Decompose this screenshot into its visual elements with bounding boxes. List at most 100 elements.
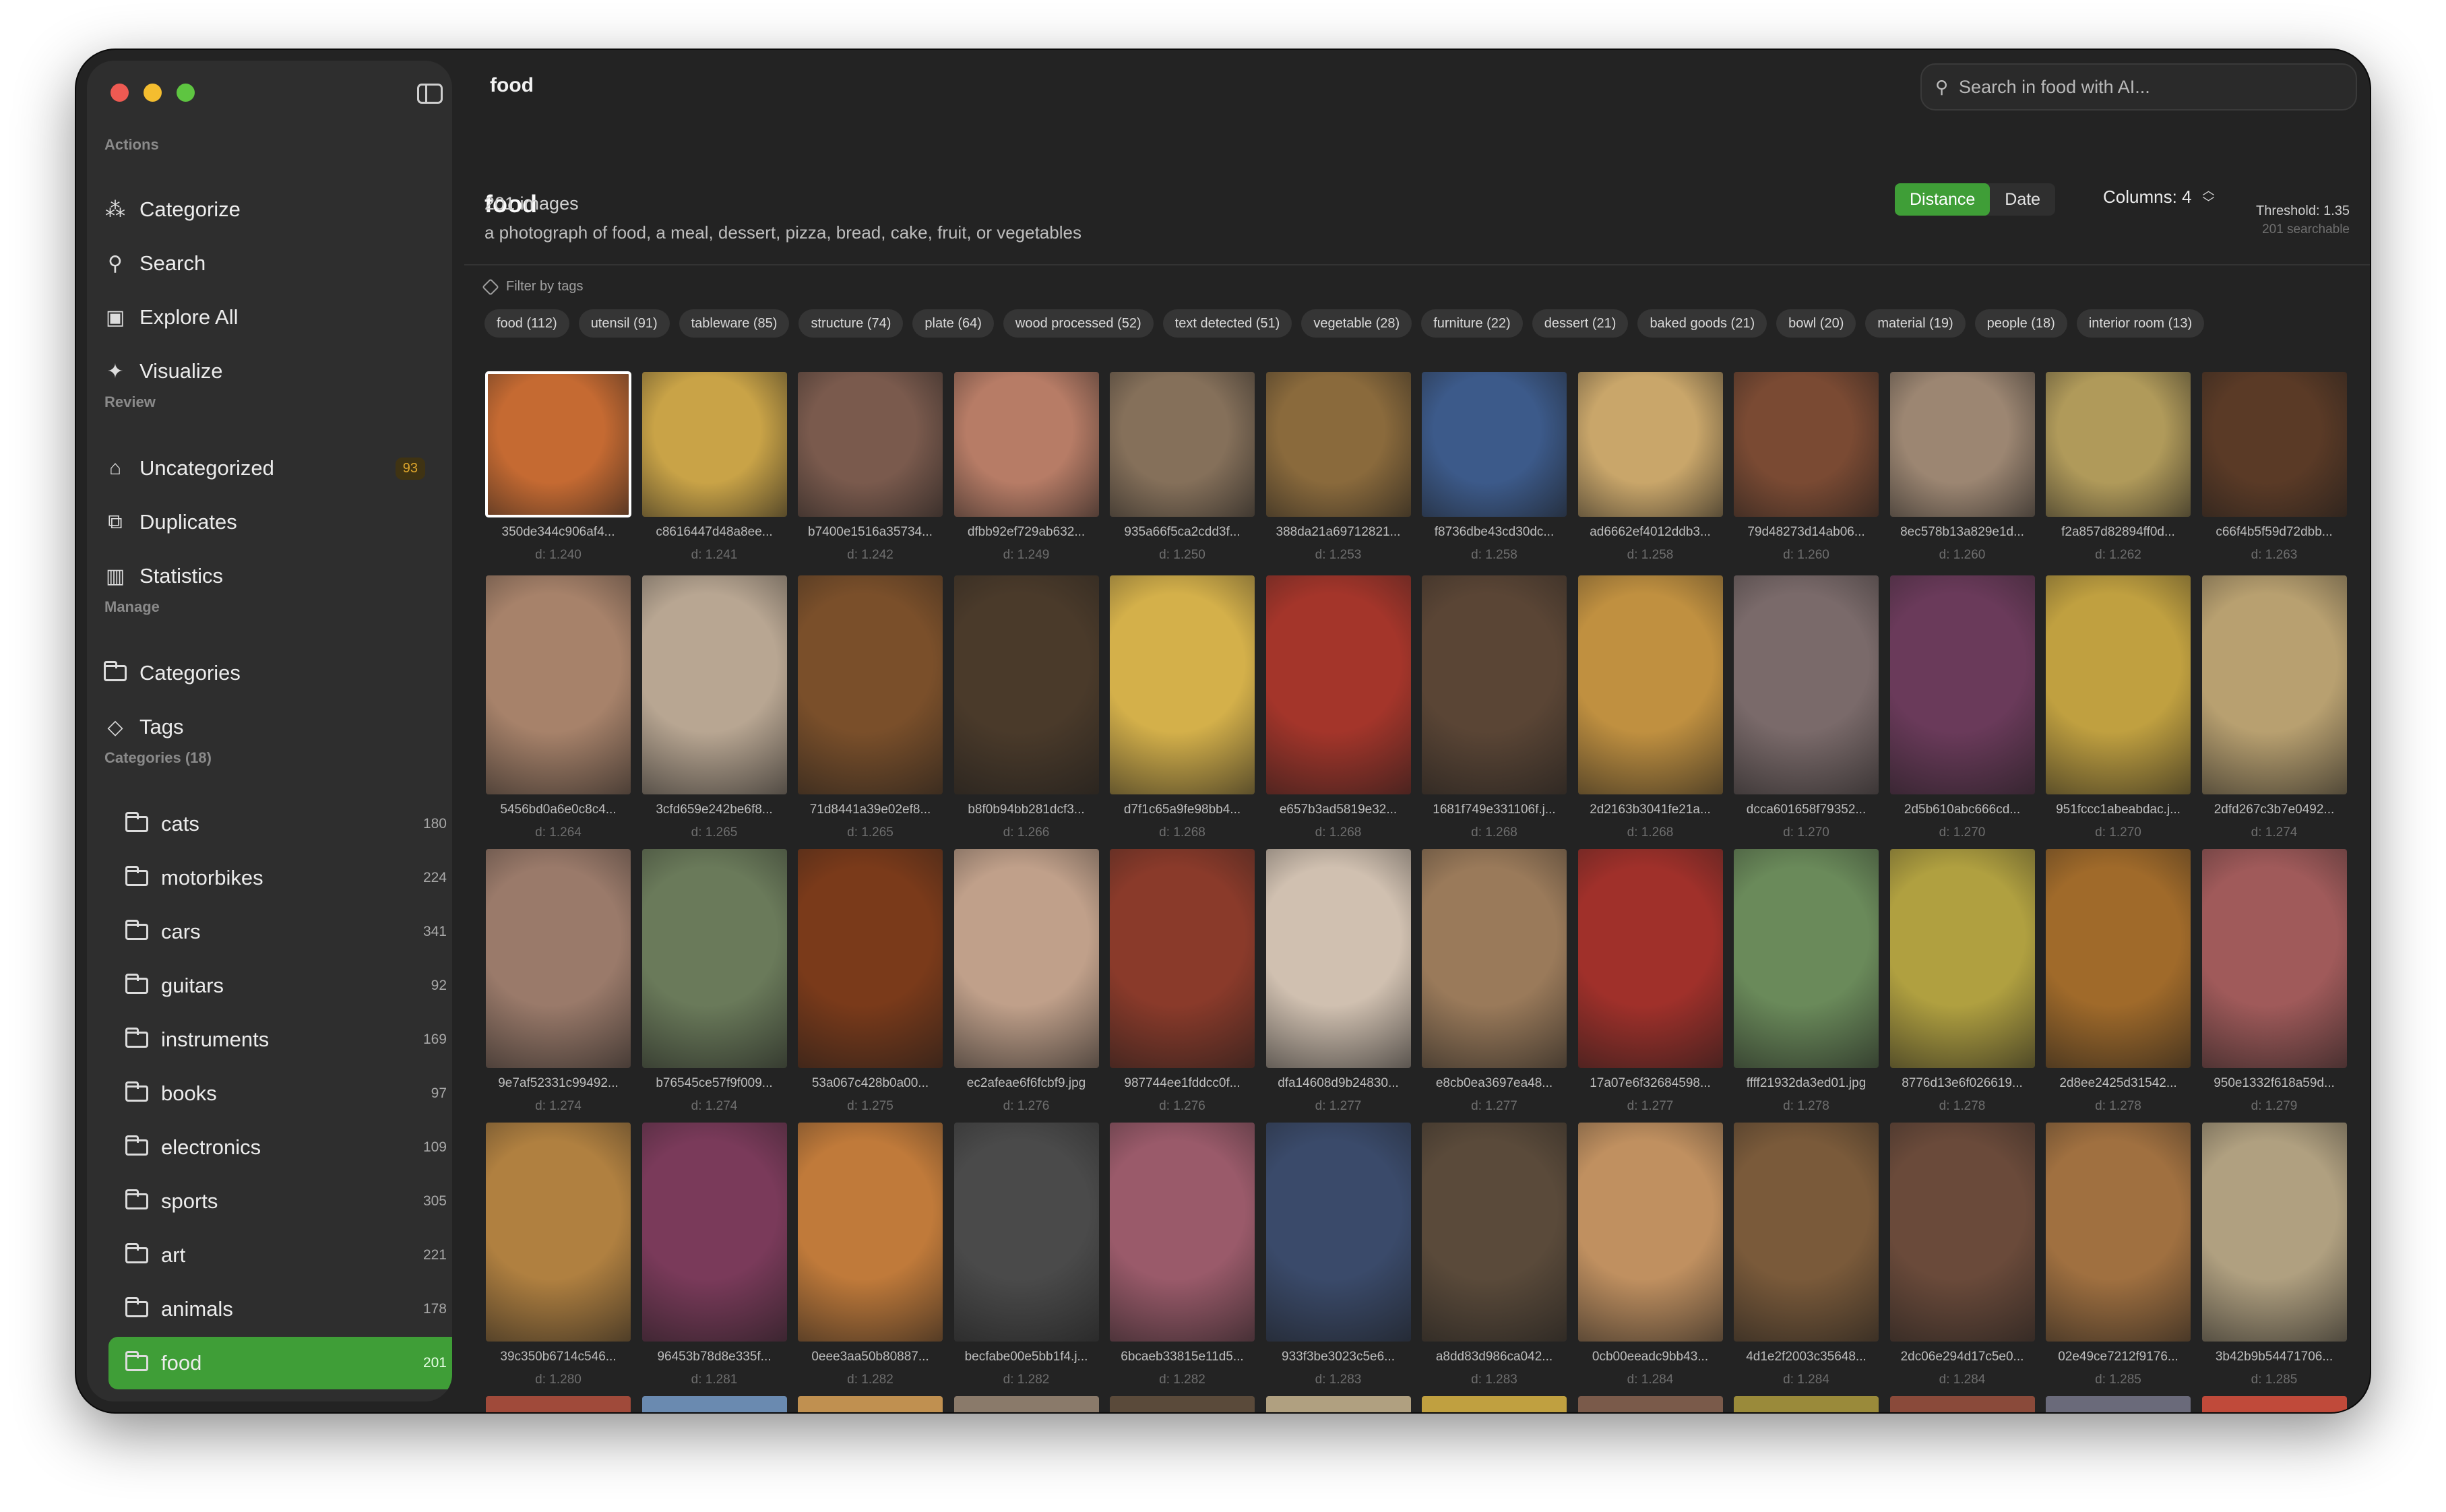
image-thumbnail[interactable] xyxy=(798,1123,943,1342)
zoom-window-button[interactable] xyxy=(177,84,195,102)
image-thumbnail[interactable] xyxy=(1734,575,1879,794)
image-thumbnail[interactable] xyxy=(641,372,787,517)
sidebar-item-tags[interactable]: ◇ Tags xyxy=(87,701,440,753)
sidebar-item-duplicates[interactable]: ⧉ Duplicates xyxy=(87,496,440,548)
image-thumbnail[interactable] xyxy=(2201,849,2347,1068)
sidebar-item-food[interactable]: food 201 xyxy=(108,1337,452,1389)
image-thumbnail[interactable] xyxy=(1110,849,1255,1068)
minimize-window-button[interactable] xyxy=(144,84,162,102)
image-thumbnail[interactable] xyxy=(1577,849,1723,1068)
image-thumbnail[interactable] xyxy=(1734,372,1879,517)
image-thumbnail[interactable] xyxy=(1265,849,1411,1068)
sidebar-item-statistics[interactable]: ▥ Statistics xyxy=(87,550,440,602)
image-thumbnail[interactable] xyxy=(2046,575,2191,794)
image-thumbnail[interactable] xyxy=(641,1123,787,1342)
columns-stepper[interactable]: ︿ ﹀ xyxy=(2203,185,2215,209)
tag-chip[interactable]: baked goods (21) xyxy=(1637,309,1767,338)
sort-distance-button[interactable]: Distance xyxy=(1895,183,1990,216)
image-thumbnail[interactable] xyxy=(1265,1123,1411,1342)
sort-date-button[interactable]: Date xyxy=(1990,183,2055,216)
tag-chip[interactable]: dessert (21) xyxy=(1532,309,1629,338)
image-thumbnail[interactable] xyxy=(2046,1123,2191,1342)
image-thumbnail[interactable] xyxy=(2201,1123,2347,1342)
image-thumbnail[interactable] xyxy=(798,849,943,1068)
close-window-button[interactable] xyxy=(111,84,129,102)
image-thumbnail[interactable] xyxy=(2046,849,2191,1068)
image-thumbnail[interactable] xyxy=(485,371,631,517)
image-thumbnail[interactable] xyxy=(953,575,1099,794)
image-thumbnail-partial[interactable] xyxy=(953,1396,1099,1412)
image-thumbnail[interactable] xyxy=(953,1123,1099,1342)
tag-chip[interactable]: material (19) xyxy=(1865,309,1966,338)
sidebar-item-instruments[interactable]: instruments 169 xyxy=(108,1013,452,1066)
image-thumbnail[interactable] xyxy=(1422,372,1567,517)
tag-chip[interactable]: plate (64) xyxy=(912,309,994,338)
tag-chip[interactable]: structure (74) xyxy=(798,309,904,338)
sidebar-item-explore-all[interactable]: ▣ Explore All xyxy=(87,291,440,344)
image-thumbnail-partial[interactable] xyxy=(1577,1396,1723,1412)
image-thumbnail[interactable] xyxy=(1734,1123,1879,1342)
sidebar-item-visualize[interactable]: ✦ Visualize xyxy=(87,345,440,398)
image-thumbnail[interactable] xyxy=(1110,1123,1255,1342)
tag-chip[interactable]: wood processed (52) xyxy=(1003,309,1154,338)
image-thumbnail[interactable] xyxy=(486,1123,631,1342)
image-thumbnail[interactable] xyxy=(953,849,1099,1068)
sidebar-item-categories[interactable]: Categories xyxy=(87,647,440,699)
image-thumbnail[interactable] xyxy=(1422,575,1567,794)
tag-chip[interactable]: bowl (20) xyxy=(1776,309,1856,338)
tag-chip[interactable]: furniture (22) xyxy=(1421,309,1523,338)
sidebar-item-cats[interactable]: cats 180 xyxy=(108,798,452,850)
image-thumbnail[interactable] xyxy=(1889,849,2035,1068)
image-thumbnail-partial[interactable] xyxy=(1889,1396,2035,1412)
image-thumbnail[interactable] xyxy=(1422,1123,1567,1342)
image-thumbnail[interactable] xyxy=(1110,575,1255,794)
image-thumbnail[interactable] xyxy=(1889,372,2035,517)
image-thumbnail[interactable] xyxy=(1110,372,1255,517)
sidebar-toggle-icon[interactable] xyxy=(417,84,443,104)
sidebar-item-motorbikes[interactable]: motorbikes 224 xyxy=(108,852,452,904)
image-thumbnail[interactable] xyxy=(1889,1123,2035,1342)
sidebar-item-uncategorized[interactable]: ⌂ Uncategorized 93 xyxy=(87,442,440,495)
tag-chip[interactable]: vegetable (28) xyxy=(1301,309,1412,338)
sidebar-item-books[interactable]: books 97 xyxy=(108,1067,452,1120)
image-thumbnail[interactable] xyxy=(1577,1123,1723,1342)
sidebar-item-animals[interactable]: animals 178 xyxy=(108,1283,452,1335)
sidebar-item-sports[interactable]: sports 305 xyxy=(108,1175,452,1228)
sidebar-item-cars[interactable]: cars 341 xyxy=(108,906,452,958)
image-thumbnail[interactable] xyxy=(798,372,943,517)
sidebar-item-furniture[interactable]: furniture104 xyxy=(108,1391,452,1401)
image-thumbnail[interactable] xyxy=(1422,849,1567,1068)
chevron-up-icon[interactable]: ︿ xyxy=(2203,185,2215,197)
sidebar-item-search[interactable]: ⚲ Search xyxy=(87,237,440,290)
image-thumbnail[interactable] xyxy=(486,849,631,1068)
image-thumbnail-partial[interactable] xyxy=(1110,1396,1255,1412)
image-thumbnail[interactable] xyxy=(2201,372,2347,517)
image-thumbnail-partial[interactable] xyxy=(1265,1396,1411,1412)
tag-chip[interactable]: people (18) xyxy=(1974,309,2067,338)
image-thumbnail[interactable] xyxy=(486,575,631,794)
tag-chip[interactable]: tableware (85) xyxy=(679,309,790,338)
image-thumbnail[interactable] xyxy=(1265,372,1411,517)
image-thumbnail[interactable] xyxy=(2201,575,2347,794)
image-thumbnail[interactable] xyxy=(1577,575,1723,794)
tag-chip[interactable]: food (112) xyxy=(484,309,569,338)
sidebar-item-art[interactable]: art 221 xyxy=(108,1229,452,1282)
tag-chip[interactable]: text detected (51) xyxy=(1162,309,1292,338)
tag-chip[interactable]: interior room (13) xyxy=(2076,309,2205,338)
image-thumbnail[interactable] xyxy=(641,849,787,1068)
image-thumbnail-partial[interactable] xyxy=(2201,1396,2347,1412)
image-thumbnail-partial[interactable] xyxy=(798,1396,943,1412)
image-thumbnail-partial[interactable] xyxy=(641,1396,787,1412)
sidebar-item-guitars[interactable]: guitars 92 xyxy=(108,959,452,1012)
search-field[interactable]: ⚲ Search in food with AI... xyxy=(1920,63,2357,111)
image-thumbnail[interactable] xyxy=(1734,849,1879,1068)
image-thumbnail-partial[interactable] xyxy=(1734,1396,1879,1412)
sidebar-item-categorize[interactable]: ⁂ Categorize xyxy=(87,183,440,236)
image-thumbnail[interactable] xyxy=(798,575,943,794)
tag-chip[interactable]: utensil (91) xyxy=(578,309,670,338)
sidebar-item-electronics[interactable]: electronics 109 xyxy=(108,1121,452,1174)
image-thumbnail[interactable] xyxy=(2046,372,2191,517)
image-thumbnail-partial[interactable] xyxy=(2046,1396,2191,1412)
image-thumbnail[interactable] xyxy=(641,575,787,794)
image-thumbnail-partial[interactable] xyxy=(486,1396,631,1412)
